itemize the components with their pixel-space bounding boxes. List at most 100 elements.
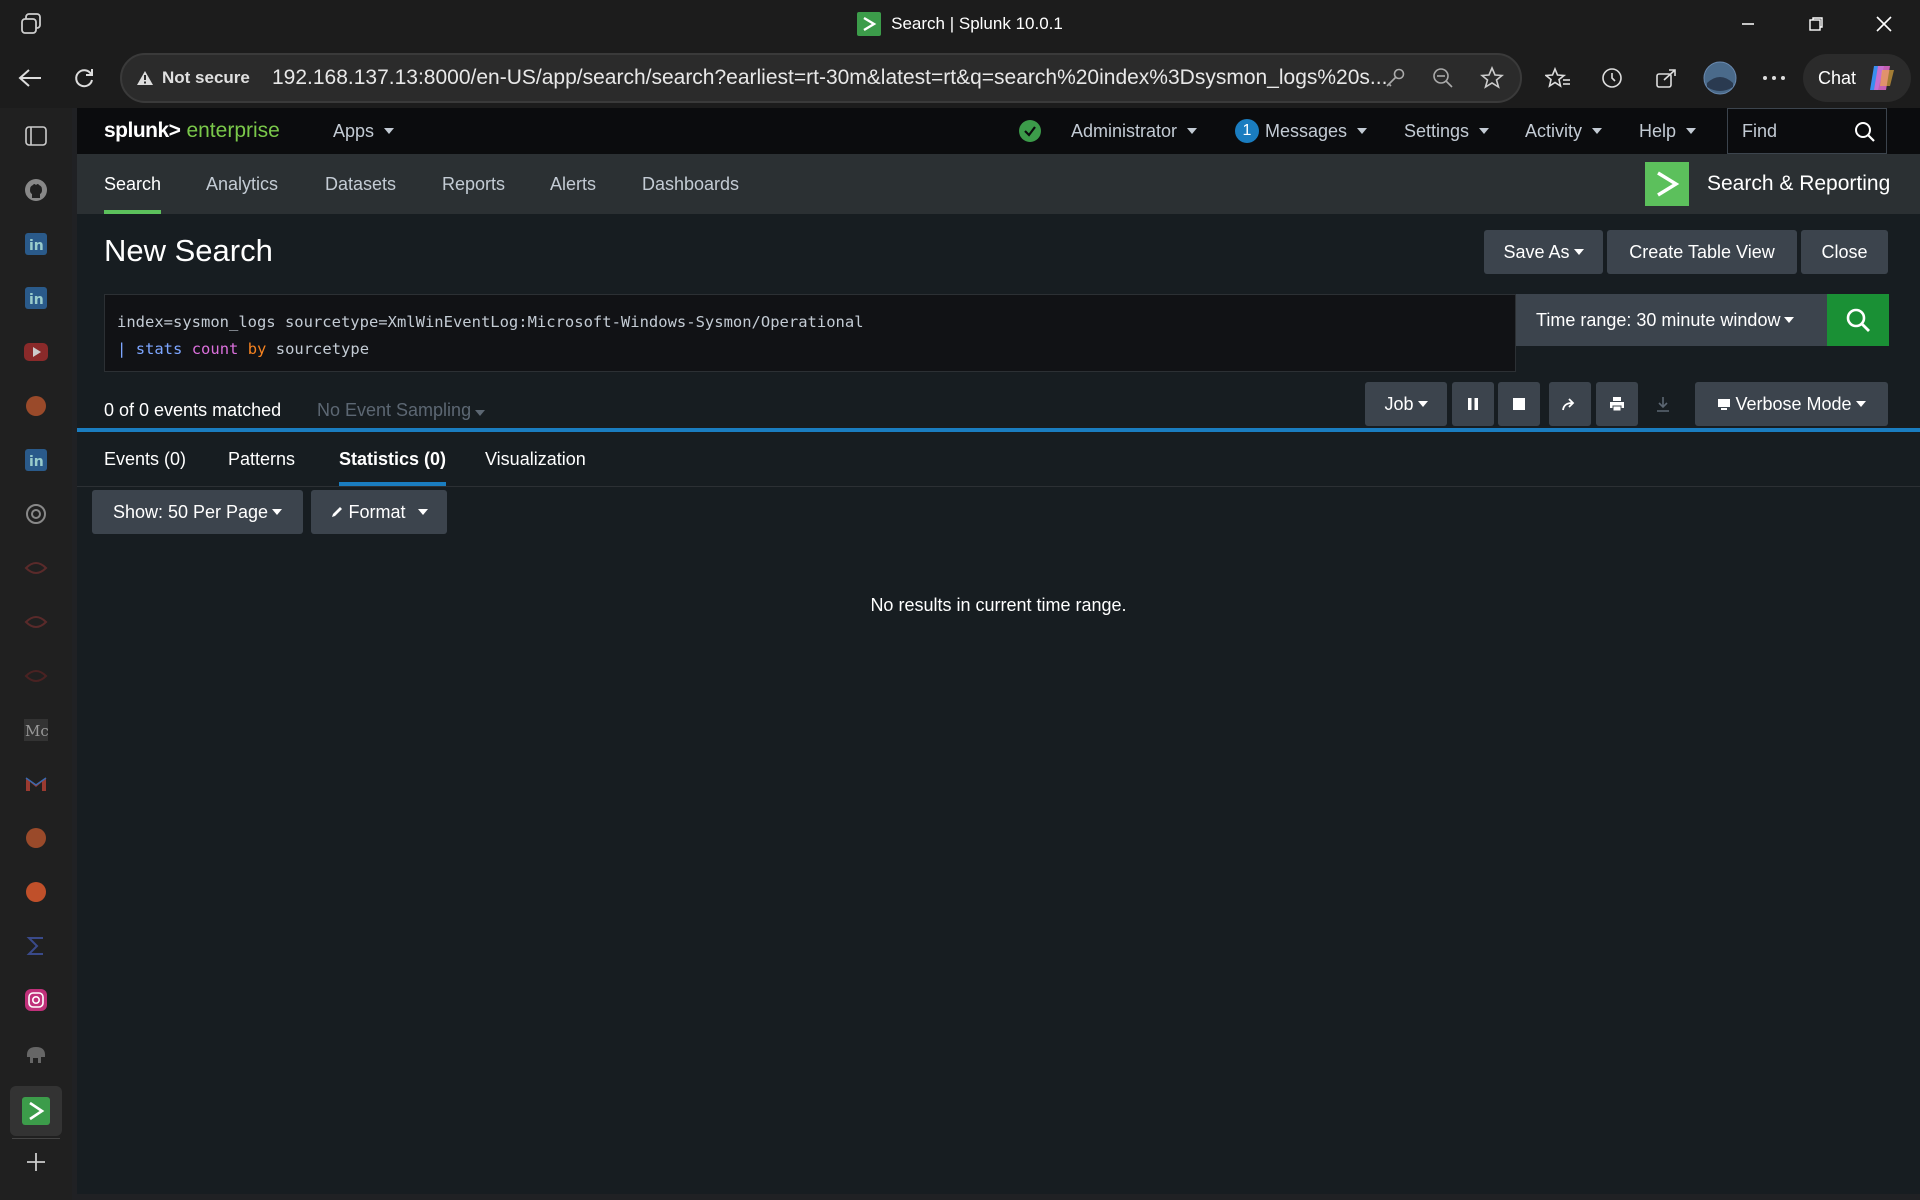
tab-visualization[interactable]: Visualization bbox=[485, 432, 586, 486]
address-bar[interactable]: Not secure 192.168.137.13:8000/en-US/app… bbox=[120, 53, 1522, 103]
share-icon[interactable] bbox=[1648, 60, 1684, 96]
site-icon[interactable] bbox=[22, 824, 50, 852]
chevron-down-icon bbox=[1573, 249, 1584, 255]
nav-tab-dashboards[interactable]: Dashboards bbox=[642, 154, 739, 214]
chevron-down-icon bbox=[1592, 128, 1603, 134]
sigma-icon[interactable] bbox=[22, 932, 50, 960]
site-icon[interactable] bbox=[22, 878, 50, 906]
browser-toolbar: Not secure 192.168.137.13:8000/en-US/app… bbox=[0, 48, 1920, 108]
logo-enterprise: enterprise bbox=[186, 119, 280, 142]
splunk-sidebar-icon[interactable] bbox=[10, 1086, 62, 1136]
per-page-label: Show: 50 Per Page bbox=[112, 501, 269, 522]
site-icon[interactable] bbox=[22, 662, 50, 690]
copilot-chat-button[interactable]: Chat bbox=[1803, 54, 1911, 102]
back-icon[interactable] bbox=[12, 60, 48, 96]
more-options-icon[interactable] bbox=[1756, 60, 1792, 96]
tab-title: Search | Splunk 10.0.1 bbox=[891, 14, 1063, 33]
site-icon[interactable] bbox=[22, 392, 50, 420]
search-query-input[interactable]: index=sysmon_logs sourcetype=XmlWinEvent… bbox=[104, 294, 1516, 372]
linkedin-icon[interactable]: in bbox=[22, 230, 50, 258]
format-dropdown[interactable]: Format bbox=[311, 490, 447, 534]
tab-statistics[interactable]: Statistics (0) bbox=[339, 432, 447, 486]
chevron-down-icon bbox=[384, 128, 395, 134]
add-icon[interactable] bbox=[22, 1148, 50, 1176]
reload-icon[interactable] bbox=[66, 60, 102, 96]
share-job-button[interactable] bbox=[1549, 382, 1591, 426]
tab-actions-icon[interactable] bbox=[22, 122, 50, 150]
job-menu-button[interactable]: Job bbox=[1365, 382, 1447, 426]
search-mode-dropdown[interactable]: Verbose Mode bbox=[1695, 382, 1888, 426]
per-page-dropdown[interactable]: Show: 50 Per Page bbox=[92, 490, 303, 534]
gmail-icon[interactable] bbox=[22, 770, 50, 798]
nav-tab-analytics[interactable]: Analytics bbox=[206, 154, 278, 214]
tab-patterns[interactable]: Patterns bbox=[228, 432, 295, 486]
create-table-view-button[interactable]: Create Table View bbox=[1607, 230, 1797, 274]
stop-button[interactable] bbox=[1498, 382, 1540, 426]
favorite-star-icon[interactable] bbox=[1480, 66, 1504, 90]
pause-button[interactable] bbox=[1452, 382, 1494, 426]
close-window-icon[interactable] bbox=[1856, 0, 1912, 48]
activity-label: Activity bbox=[1525, 120, 1583, 141]
command-token: stats bbox=[135, 340, 183, 358]
export-button[interactable] bbox=[1642, 382, 1684, 426]
splunk-logo[interactable]: splunk> enterprise bbox=[104, 108, 280, 154]
field-token: sourcetype bbox=[275, 340, 370, 358]
search-query-line-2: | stats count by sourcetype bbox=[117, 336, 1503, 363]
chevron-down-icon bbox=[1357, 128, 1368, 134]
favorites-icon[interactable] bbox=[1540, 60, 1576, 96]
restore-icon[interactable] bbox=[1788, 0, 1844, 48]
profile-avatar[interactable] bbox=[1702, 60, 1738, 96]
search-icon[interactable] bbox=[1854, 121, 1876, 143]
linkedin-icon[interactable]: in bbox=[22, 284, 50, 312]
medium-icon[interactable]: Mc bbox=[22, 716, 50, 744]
close-button[interactable]: Close bbox=[1801, 230, 1888, 274]
warning-icon bbox=[137, 71, 153, 85]
mode-icon bbox=[1718, 399, 1731, 410]
security-indicator[interactable]: Not secure bbox=[136, 55, 250, 101]
chevron-down-icon bbox=[1417, 401, 1428, 407]
browser-sidebar: in in in Mc bbox=[0, 108, 72, 1200]
minimize-icon[interactable] bbox=[1720, 0, 1776, 48]
find-input[interactable]: Find bbox=[1727, 108, 1887, 154]
user-menu[interactable]: Administrator bbox=[1071, 108, 1198, 154]
key-icon[interactable] bbox=[1384, 67, 1406, 89]
history-icon[interactable] bbox=[1594, 60, 1630, 96]
health-status-icon[interactable] bbox=[1018, 108, 1042, 154]
activity-menu[interactable]: Activity bbox=[1525, 108, 1603, 154]
splunk-app: splunk> enterprise Apps Administrator 1 M… bbox=[77, 108, 1920, 1194]
event-sampling-dropdown[interactable]: No Event Sampling bbox=[317, 390, 486, 430]
messages-menu[interactable]: 1 Messages bbox=[1235, 108, 1368, 154]
nav-tab-datasets[interactable]: Datasets bbox=[325, 154, 396, 214]
find-placeholder: Find bbox=[1742, 120, 1778, 141]
url-text[interactable]: 192.168.137.13:8000/en-US/app/search/sea… bbox=[272, 55, 1492, 101]
instagram-icon[interactable] bbox=[22, 986, 50, 1014]
nav-tab-reports[interactable]: Reports bbox=[442, 154, 505, 214]
search-mode-label: Verbose Mode bbox=[1735, 393, 1852, 414]
youtube-icon[interactable] bbox=[22, 338, 50, 366]
site-icon[interactable] bbox=[22, 554, 50, 582]
splunk-system-bar: splunk> enterprise Apps Administrator 1 M… bbox=[77, 108, 1920, 154]
settings-menu[interactable]: Settings bbox=[1404, 108, 1490, 154]
apps-menu[interactable]: Apps bbox=[333, 108, 395, 154]
linkedin-icon[interactable]: in bbox=[22, 446, 50, 474]
nav-tab-alerts[interactable]: Alerts bbox=[550, 154, 596, 214]
print-button[interactable] bbox=[1596, 382, 1638, 426]
site-icon[interactable] bbox=[22, 608, 50, 636]
chatgpt-icon[interactable] bbox=[22, 500, 50, 528]
app-name: Search & Reporting bbox=[1707, 172, 1891, 195]
time-range-picker[interactable]: Time range: 30 minute window bbox=[1516, 294, 1828, 346]
save-as-button[interactable]: Save As bbox=[1484, 230, 1603, 274]
help-menu[interactable]: Help bbox=[1639, 108, 1697, 154]
logo-splunk: splunk> bbox=[104, 119, 181, 142]
by-token: by bbox=[247, 340, 267, 358]
nav-tab-search[interactable]: Search bbox=[104, 154, 162, 214]
svg-text:in: in bbox=[29, 292, 44, 308]
messages-label: Messages bbox=[1265, 120, 1348, 141]
tab-events[interactable]: Events (0) bbox=[104, 432, 186, 486]
zoom-out-icon[interactable] bbox=[1432, 67, 1454, 89]
github-icon[interactable] bbox=[22, 176, 50, 204]
app-title[interactable]: Search & Reporting bbox=[1645, 162, 1890, 206]
search-submit-button[interactable] bbox=[1827, 294, 1889, 346]
create-table-view-label: Create Table View bbox=[1629, 241, 1775, 262]
elephant-icon[interactable] bbox=[22, 1040, 50, 1068]
